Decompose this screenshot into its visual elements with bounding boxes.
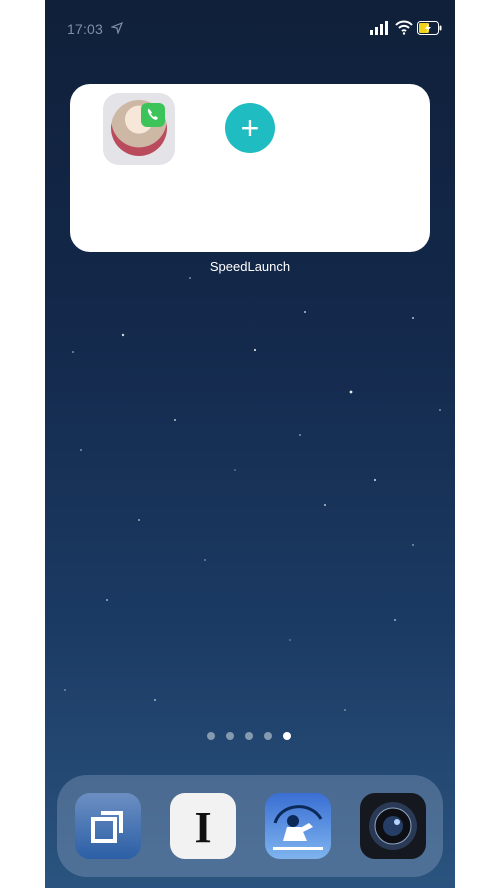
home-screen: 17:03 + SpeedLaunch I — [45, 0, 455, 888]
reader-under-tree-icon[interactable] — [265, 793, 331, 859]
contact-shortcut[interactable] — [103, 93, 175, 165]
location-arrow-icon — [111, 22, 123, 34]
widget-label: SpeedLaunch — [209, 259, 291, 274]
status-bar: 17:03 — [45, 0, 455, 56]
page-dot[interactable] — [226, 732, 234, 740]
camera-lens-icon[interactable] — [360, 793, 426, 859]
dock: I — [57, 775, 443, 877]
square-stack-icon[interactable] — [75, 793, 141, 859]
page-dot-active[interactable] — [283, 732, 291, 740]
page-dot[interactable] — [264, 732, 272, 740]
phone-icon — [141, 103, 165, 127]
instapaper-i-icon[interactable]: I — [170, 793, 236, 859]
speedlaunch-widget[interactable]: + — [70, 84, 430, 252]
instapaper-glyph: I — [194, 803, 212, 852]
page-dot[interactable] — [245, 732, 253, 740]
add-shortcut-button[interactable]: + — [225, 103, 275, 153]
status-time: 17:03 — [67, 21, 104, 37]
page-indicator[interactable] — [207, 732, 297, 742]
signal-icon — [370, 21, 388, 35]
battery-charging-icon — [417, 21, 442, 35]
page-dot[interactable] — [207, 732, 215, 740]
wifi-icon — [395, 20, 413, 35]
